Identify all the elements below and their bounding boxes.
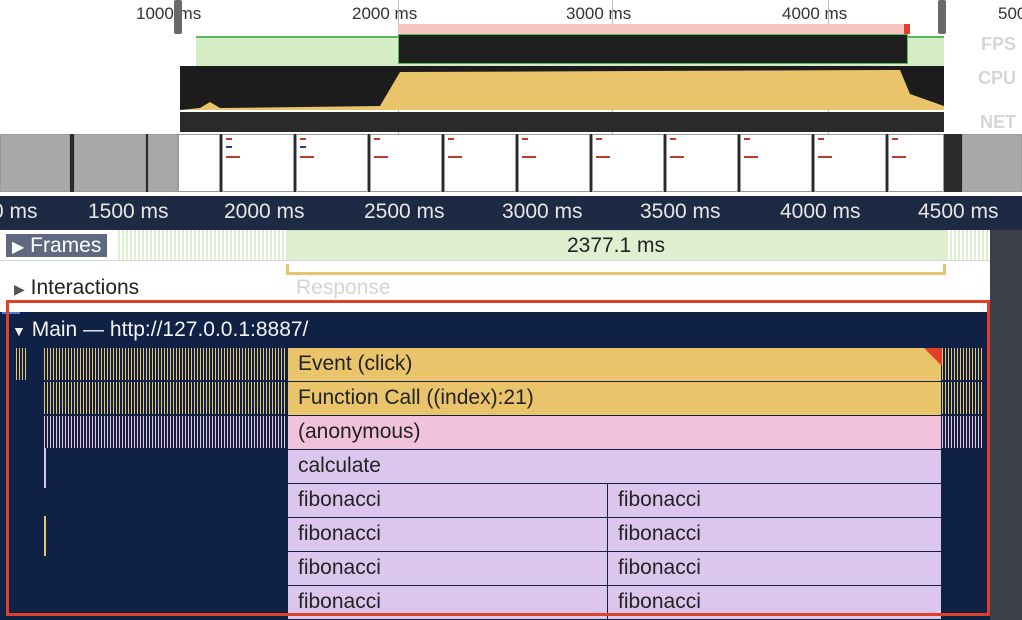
thumb-flag: [448, 138, 454, 140]
range-handle-right[interactable]: [938, 0, 946, 34]
screenshot-thumbnail[interactable]: [814, 134, 886, 192]
screenshot-thumbnail[interactable]: [444, 134, 516, 192]
screenshot-thumbnail[interactable]: [148, 134, 178, 192]
vertical-scrollbar[interactable]: [990, 230, 1022, 620]
thumb-flag: [670, 156, 684, 158]
ruler-tick: 2500 ms: [364, 200, 445, 223]
thumb-flag: [226, 138, 232, 140]
lane-label-fps: FPS: [980, 34, 1016, 54]
ruler-tick: 3500 ms: [640, 200, 721, 223]
thumb-flag: [448, 156, 462, 158]
frame-range-bracket: [286, 264, 946, 275]
ruler-tick: 2000 ms: [224, 200, 305, 223]
thumb-flag: [670, 138, 676, 140]
screenshot-thumbnail[interactable]: [666, 134, 738, 192]
ruler-tick: 4500 ms: [918, 200, 999, 223]
thumb-flag: [226, 156, 240, 158]
range-handle-left[interactable]: [174, 0, 182, 34]
thumb-flag: [374, 138, 380, 140]
timeline-overview[interactable]: 1000 ms 2000 ms 3000 ms 4000 ms 500 FPS …: [0, 0, 1022, 196]
screenshot-thumbnail[interactable]: [0, 134, 70, 192]
highlight-box: [6, 300, 990, 616]
frames-track-header[interactable]: ▶ Frames: [6, 234, 108, 258]
ruler-tick: 3000 ms: [502, 200, 583, 223]
screenshot-thumbnail[interactable]: [178, 134, 220, 192]
frames-label: Frames: [30, 234, 102, 257]
screenshot-thumbnail[interactable]: [370, 134, 442, 192]
ruler-tick: 4000 ms: [780, 200, 861, 223]
interactions-track-header[interactable]: ▶ Interactions: [14, 276, 139, 300]
frame-bar[interactable]: 2377.1 ms: [286, 230, 946, 261]
screenshot-thumbnail[interactable]: [518, 134, 590, 192]
frames-stripes: [118, 230, 286, 260]
overview-tick: 4000 ms: [782, 4, 848, 23]
ruler-tick: 0 ms: [0, 200, 38, 223]
thumb-flag: [744, 138, 750, 140]
screenshot-thumbnail[interactable]: [740, 134, 812, 192]
screenshot-thumbnail[interactable]: [888, 134, 944, 192]
overview-tick: 3000 ms: [566, 4, 632, 23]
thumb-flag: [892, 138, 898, 140]
thumb-flag: [744, 156, 758, 158]
lane-label-cpu: CPU: [977, 68, 1016, 88]
screenshot-thumbnail[interactable]: [74, 134, 146, 192]
divider: [0, 260, 990, 261]
cpu-chart: [180, 70, 944, 110]
time-ruler: 0 ms 1500 ms 2000 ms 2500 ms 3000 ms 350…: [0, 196, 1022, 230]
screenshot-thumbnail[interactable]: [592, 134, 664, 192]
response-label: Response: [296, 276, 391, 299]
overview-tick: 2000 ms: [352, 4, 418, 23]
lane-label-net: NET: [980, 112, 1016, 132]
thumb-flag: [300, 138, 306, 140]
screenshot-thumbnail[interactable]: [222, 134, 294, 192]
thumb-flag: [892, 156, 906, 158]
thumb-flag: [300, 146, 306, 148]
long-frame-marker-end: [904, 24, 910, 34]
screenshot-thumbnail[interactable]: [962, 134, 1022, 192]
frame-duration: 2377.1 ms: [566, 234, 666, 257]
interactions-label: Interactions: [30, 276, 140, 299]
expand-arrow-icon: ▶: [12, 239, 25, 256]
expand-arrow-icon: ▶: [14, 281, 25, 297]
thumb-flag: [374, 156, 388, 158]
thumb-flag: [300, 156, 314, 158]
frame-gap: [398, 34, 908, 64]
thumb-flag: [596, 156, 610, 158]
thumb-flag: [226, 146, 232, 148]
frames-stripes: [946, 230, 988, 260]
thumb-flag: [596, 138, 602, 140]
thumb-flag: [818, 138, 824, 140]
overview-tick: 1000 ms: [136, 4, 202, 23]
thumb-flag: [818, 156, 832, 158]
net-lane-bg: [180, 112, 944, 132]
ruler-tick: 1500 ms: [88, 200, 169, 223]
screenshot-thumbnail[interactable]: [296, 134, 368, 192]
thumb-flag: [522, 138, 528, 140]
overview-tick: 500: [998, 4, 1022, 23]
long-frame-marker: [398, 24, 910, 34]
thumb-flag: [522, 156, 536, 158]
